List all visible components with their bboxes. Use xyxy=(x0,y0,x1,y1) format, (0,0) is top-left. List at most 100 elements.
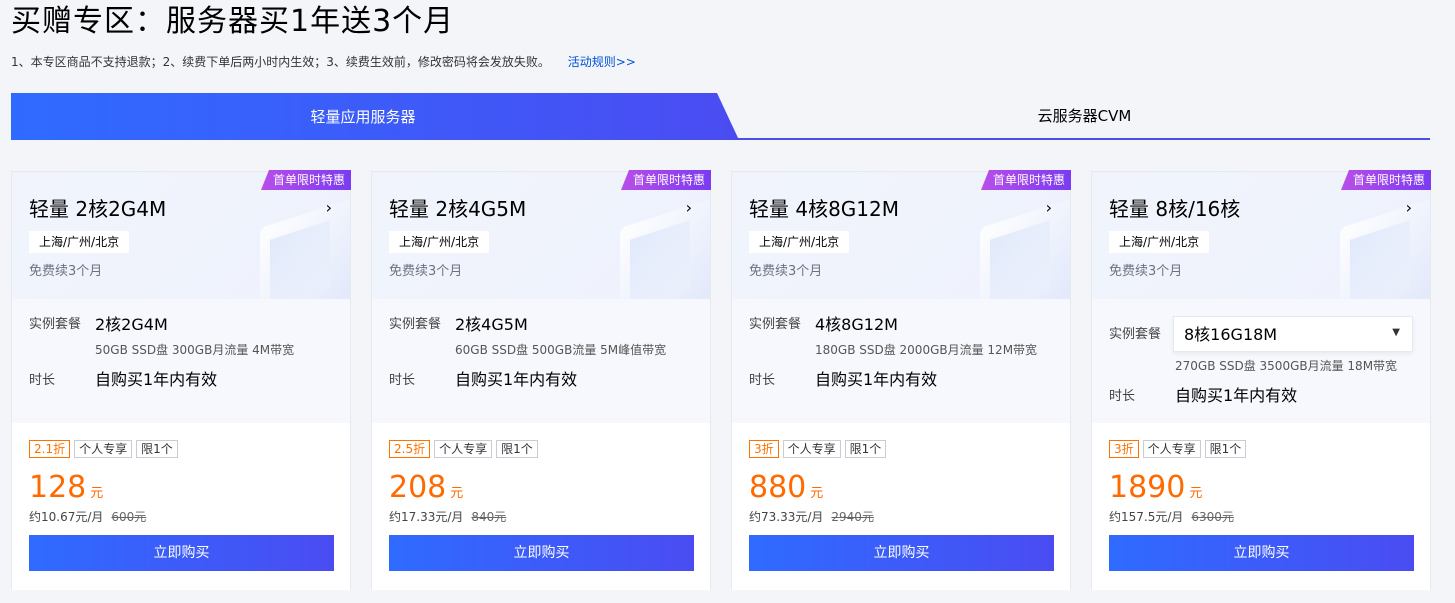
plan-select[interactable]: 8核16G18M ▼ xyxy=(1173,316,1413,352)
region-tag: 上海/广州/北京 xyxy=(389,231,490,253)
monthly-value: 约10.67元/月 xyxy=(29,510,104,524)
card-header: 轻量 4核8G12M › 上海/广州/北京 免费续3个月 xyxy=(732,172,1070,299)
original-price: 2940元 xyxy=(831,510,874,524)
notice-text: 1、本专区商品不支持退款；2、续费下单后两小时内生效；3、续费生效前，修改密码将… xyxy=(11,55,550,69)
tag-list: 2.5折 个人专享 限1个 xyxy=(389,440,538,458)
card-header: 轻量 2核4G5M › 上海/广州/北京 免费续3个月 xyxy=(372,172,710,299)
discount-tag: 2.1折 xyxy=(29,440,71,458)
price-value: 128 xyxy=(29,470,87,505)
duration-label: 时长 xyxy=(389,373,416,388)
free-renewal-note: 免费续3个月 xyxy=(29,264,103,279)
spec-detail: 180GB SSD盘 2000GB月流量 12M带宽 xyxy=(815,343,1038,357)
spec-detail: 60GB SSD盘 500GB流量 5M峰值带宽 xyxy=(455,343,667,357)
card-title: 轻量 2核4G5M xyxy=(389,197,527,221)
limit-tag: 限1个 xyxy=(496,440,538,458)
product-card: 轻量 2核4G5M › 上海/广州/北京 免费续3个月 首单限时特惠 实例套餐 … xyxy=(371,170,711,590)
notice-bar: 1、本专区商品不支持退款；2、续费下单后两小时内生效；3、续费生效前，修改密码将… xyxy=(11,53,636,71)
personal-tag: 个人专享 xyxy=(782,440,841,458)
personal-tag: 个人专享 xyxy=(74,440,133,458)
spec-label: 实例套餐 xyxy=(749,317,802,332)
chevron-right-icon[interactable]: › xyxy=(326,198,332,217)
plan-select-value: 8核16G18M xyxy=(1184,325,1278,344)
region-tag: 上海/广州/北京 xyxy=(29,231,130,253)
caret-down-icon: ▼ xyxy=(1392,327,1400,338)
monthly-value: 约157.5元/月 xyxy=(1109,510,1184,524)
tab-cvm[interactable]: 云服务器CVM xyxy=(739,93,1430,138)
limit-tag: 限1个 xyxy=(844,440,887,458)
monthly-value: 约73.33元/月 xyxy=(749,510,824,524)
card-specs: 实例套餐 4核8G12M 180GB SSD盘 2000GB月流量 12M带宽 … xyxy=(732,299,1070,423)
tag-list: 3折 个人专享 限1个 xyxy=(749,440,887,458)
duration-label: 时长 xyxy=(1109,389,1136,404)
free-renewal-note: 免费续3个月 xyxy=(749,264,823,279)
price-unit: 元 xyxy=(810,486,824,501)
product-tabs: 轻量应用服务器 云服务器CVM xyxy=(11,93,1430,140)
buy-button[interactable]: 立即购买 xyxy=(29,535,334,571)
buy-button[interactable]: 立即购买 xyxy=(749,535,1054,571)
duration-value: 自购买1年内有效 xyxy=(95,370,218,389)
discount-tag: 3折 xyxy=(749,440,779,458)
price-unit: 元 xyxy=(1189,486,1203,501)
spec-label: 实例套餐 xyxy=(1109,327,1162,342)
duration-label: 时长 xyxy=(29,373,56,388)
duration-value: 自购买1年内有效 xyxy=(815,370,938,389)
personal-tag: 个人专享 xyxy=(1142,440,1201,458)
chevron-right-icon[interactable]: › xyxy=(686,198,692,217)
spec-value: 2核4G5M xyxy=(455,315,528,334)
tag-list: 2.1折 个人专享 限1个 xyxy=(29,440,178,458)
duration-value: 自购买1年内有效 xyxy=(455,370,578,389)
card-header: 轻量 2核2G4M › 上海/广州/北京 免费续3个月 xyxy=(12,172,350,299)
original-price: 840元 xyxy=(471,510,507,524)
buy-button[interactable]: 立即购买 xyxy=(389,535,694,571)
discount-tag: 2.5折 xyxy=(389,440,431,458)
spec-value: 4核8G12M xyxy=(815,315,898,334)
promo-badge: 首单限时特惠 xyxy=(980,170,1071,190)
personal-tag: 个人专享 xyxy=(434,440,493,458)
card-purchase: 2.1折 个人专享 限1个 128 元 约10.67元/月 600元 立即购买 xyxy=(12,423,350,590)
price-value: 880 xyxy=(749,470,807,505)
promo-badge: 首单限时特惠 xyxy=(260,170,351,190)
price: 880 元 xyxy=(749,471,823,511)
promo-badge: 首单限时特惠 xyxy=(1340,170,1431,190)
original-price: 600元 xyxy=(111,510,147,524)
free-renewal-note: 免费续3个月 xyxy=(389,264,463,279)
card-purchase: 3折 个人专享 限1个 1890 元 约157.5元/月 6300元 立即购买 xyxy=(1092,423,1430,590)
card-title: 轻量 8核/16核 xyxy=(1109,197,1241,221)
card-specs: 实例套餐 8核16G18M ▼ 270GB SSD盘 3500GB月流量 18M… xyxy=(1092,299,1430,423)
spec-detail: 270GB SSD盘 3500GB月流量 18M带宽 xyxy=(1175,359,1398,373)
monthly-value: 约17.33元/月 xyxy=(389,510,464,524)
page-title: 买赠专区：服务器买1年送3个月 xyxy=(11,4,455,39)
duration-value: 自购买1年内有效 xyxy=(1175,386,1298,405)
card-title: 轻量 4核8G12M xyxy=(749,197,900,221)
price-value: 208 xyxy=(389,470,447,505)
tab-lighthouse[interactable]: 轻量应用服务器 xyxy=(11,93,739,140)
spec-detail: 50GB SSD盘 300GB月流量 4M带宽 xyxy=(95,343,295,357)
monthly-price: 约17.33元/月 840元 xyxy=(389,509,506,525)
monthly-price: 约157.5元/月 6300元 xyxy=(1109,509,1234,525)
rules-link[interactable]: 活动规则>> xyxy=(568,55,636,69)
price-value: 1890 xyxy=(1109,470,1186,505)
discount-tag: 3折 xyxy=(1109,440,1139,458)
card-header: 轻量 8核/16核 › 上海/广州/北京 免费续3个月 xyxy=(1092,172,1430,299)
product-card: 轻量 2核2G4M › 上海/广州/北京 免费续3个月 首单限时特惠 实例套餐 … xyxy=(11,170,351,590)
card-purchase: 2.5折 个人专享 限1个 208 元 约17.33元/月 840元 立即购买 xyxy=(372,423,710,590)
chevron-right-icon[interactable]: › xyxy=(1406,198,1412,217)
spec-label: 实例套餐 xyxy=(29,317,82,332)
price: 128 元 xyxy=(29,471,103,511)
price-unit: 元 xyxy=(90,486,104,501)
original-price: 6300元 xyxy=(1191,510,1234,524)
free-renewal-note: 免费续3个月 xyxy=(1109,264,1183,279)
card-specs: 实例套餐 2核2G4M 50GB SSD盘 300GB月流量 4M带宽 时长 自… xyxy=(12,299,350,423)
spec-label: 实例套餐 xyxy=(389,317,442,332)
product-card: 轻量 4核8G12M › 上海/广州/北京 免费续3个月 首单限时特惠 实例套餐… xyxy=(731,170,1071,590)
spec-value: 2核2G4M xyxy=(95,315,168,334)
tag-list: 3折 个人专享 限1个 xyxy=(1109,440,1247,458)
region-tag: 上海/广州/北京 xyxy=(1109,231,1210,253)
card-purchase: 3折 个人专享 限1个 880 元 约73.33元/月 2940元 立即购买 xyxy=(732,423,1070,590)
price: 1890 元 xyxy=(1109,471,1202,511)
chevron-right-icon[interactable]: › xyxy=(1046,198,1052,217)
limit-tag: 限1个 xyxy=(136,440,178,458)
buy-button[interactable]: 立即购买 xyxy=(1109,535,1414,571)
limit-tag: 限1个 xyxy=(1204,440,1247,458)
price-unit: 元 xyxy=(450,486,464,501)
